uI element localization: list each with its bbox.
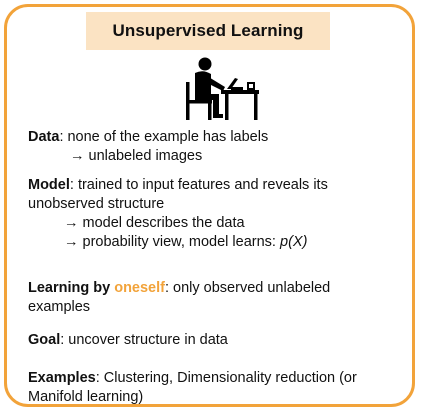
model-formula: p(X) (280, 234, 308, 250)
examples-text-1: : Clustering, Dimensionality reduction (… (95, 370, 357, 386)
examples-line: Examples: Clustering, Dimensionality red… (28, 369, 357, 388)
learning-label: Learning by (28, 280, 115, 296)
data-line: Data: none of the example has labels (28, 128, 268, 147)
examples-text-2: Manifold learning) (28, 389, 144, 405)
model-text-1: : trained to input features and reveals … (69, 177, 328, 193)
learning-text-1: : only observed unlabeled (164, 280, 331, 296)
title-banner: Unsupervised Learning (86, 12, 330, 50)
model-subline-1: → model describes the data (64, 215, 245, 231)
learning-line: Learning by oneself: only observed unlab… (28, 279, 330, 298)
model-subline-2-prefix: → probability view, model learns: (64, 234, 280, 250)
data-label: Data (28, 129, 60, 145)
examples-label: Examples (28, 370, 96, 386)
data-subline: → unlabeled images (70, 148, 203, 164)
model-label: Model (28, 177, 70, 193)
goal-label: Goal (28, 332, 61, 348)
card-title: Unsupervised Learning (112, 21, 304, 40)
goal-text: : uncover structure in data (60, 332, 228, 348)
goal-line: Goal: uncover structure in data (28, 331, 228, 350)
learning-highlight: oneself (114, 280, 165, 296)
model-subline-2: → probability view, model learns: p(X) (64, 233, 307, 252)
data-text: : none of the example has labels (59, 129, 269, 145)
model-line: Model: trained to input features and rev… (28, 176, 328, 195)
person-at-desk-icon (186, 57, 259, 120)
learning-text-2: examples (28, 299, 91, 315)
model-text-2: unobserved structure (28, 196, 165, 212)
